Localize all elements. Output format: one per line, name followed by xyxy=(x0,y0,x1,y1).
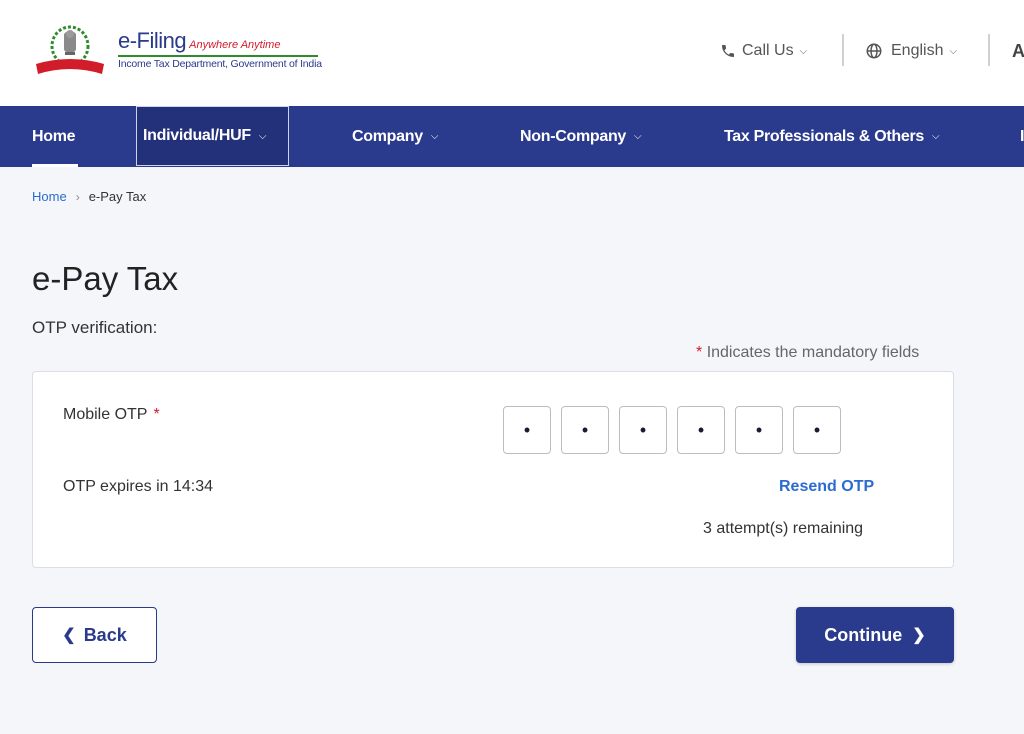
call-us-dropdown[interactable]: Call Us ⌵ xyxy=(720,36,807,66)
phone-icon xyxy=(722,45,734,57)
chevron-down-icon: ⌵ xyxy=(634,131,642,142)
main-nav: Home Individual/HUF ⌵ Company ⌵ Non-Compan… xyxy=(0,106,1024,167)
font-size-control[interactable]: A xyxy=(1012,36,1024,66)
otp-digit-input[interactable]: • xyxy=(561,406,609,454)
nav-non-company[interactable]: Non-Company ⌵ xyxy=(520,106,642,167)
breadcrumb-current: e-Pay Tax xyxy=(88,189,147,204)
otp-digit-input[interactable]: • xyxy=(677,406,725,454)
otp-expiry-timer: OTP expires in 14:34 xyxy=(63,478,214,495)
page-subtitle: OTP verification: xyxy=(32,318,158,337)
nav-individual-label: Individual/HUF xyxy=(143,127,251,144)
nav-more-item[interactable]: I xyxy=(1020,106,1024,167)
nav-home[interactable]: Home xyxy=(32,106,76,167)
chevron-down-icon: ⌵ xyxy=(430,131,439,142)
globe-icon xyxy=(866,43,882,59)
nav-individual-huf[interactable]: Individual/HUF ⌵ xyxy=(136,106,289,166)
otp-digit-input[interactable]: • xyxy=(735,406,783,454)
efiling-logo[interactable]: e-Filing Anywhere Anytime Income Tax Depa… xyxy=(32,24,322,80)
mobile-otp-label: Mobile OTP * xyxy=(63,406,160,424)
attempts-remaining: 3 attempt(s) remaining xyxy=(703,520,864,537)
nav-tax-professionals-label: Tax Professionals & Others xyxy=(724,127,924,145)
mandatory-note-text: Indicates the mandatory fields xyxy=(706,344,920,361)
header-divider xyxy=(988,34,990,66)
otp-input-group: • • • • • • xyxy=(503,406,841,454)
nav-more-label: I xyxy=(1020,127,1024,145)
brand-divider xyxy=(118,55,318,57)
language-dropdown[interactable]: English ⌵ xyxy=(865,36,957,66)
chevron-right-icon: ❯ xyxy=(912,627,926,644)
page-title: e-Pay Tax xyxy=(32,260,179,297)
chevron-down-icon: ⌵ xyxy=(949,45,958,57)
language-label: English xyxy=(891,42,944,59)
nav-company-label: Company xyxy=(352,127,423,145)
nav-non-company-label: Non-Company xyxy=(520,127,627,145)
resend-otp-link[interactable]: Resend OTP xyxy=(779,478,874,496)
site-header: e-Filing Anywhere Anytime Income Tax Depa… xyxy=(0,0,1024,106)
back-button[interactable]: ❮ Back xyxy=(32,607,157,663)
otp-digit-input[interactable]: • xyxy=(793,406,841,454)
otp-digit-input[interactable]: • xyxy=(619,406,667,454)
chevron-down-icon: ⌵ xyxy=(931,131,940,142)
otp-digit-input[interactable]: • xyxy=(503,406,551,454)
nav-home-label: Home xyxy=(32,127,76,145)
otp-card: Mobile OTP * • • • • • • OTP expires in 1… xyxy=(32,371,954,568)
mobile-otp-label-text: Mobile OTP xyxy=(63,406,148,423)
active-indicator xyxy=(32,164,78,167)
nav-company[interactable]: Company ⌵ xyxy=(352,106,438,167)
chevron-down-icon: ⌵ xyxy=(799,45,808,57)
nav-tax-professionals[interactable]: Tax Professionals & Others ⌵ xyxy=(724,106,940,167)
call-us-label: Call Us xyxy=(742,42,794,59)
continue-button[interactable]: Continue ❯ xyxy=(796,607,954,663)
required-star: * xyxy=(153,406,160,423)
brand-block: e-Filing Anywhere Anytime Income Tax Depa… xyxy=(118,28,322,70)
chevron-left-icon: ❮ xyxy=(62,627,76,644)
brand-tagline: Anywhere Anytime xyxy=(189,39,281,51)
income-tax-emblem-icon xyxy=(36,25,104,74)
header-divider xyxy=(842,34,844,66)
breadcrumb-home-link[interactable]: Home xyxy=(32,189,67,204)
continue-button-label: Continue xyxy=(824,624,903,645)
breadcrumb: Home › e-Pay Tax xyxy=(32,189,146,204)
breadcrumb-separator-icon: › xyxy=(75,189,80,204)
chevron-down-icon: ⌵ xyxy=(258,130,267,142)
mandatory-note: * Indicates the mandatory fields xyxy=(696,344,919,362)
brand-title: e-Filing xyxy=(118,28,187,53)
back-button-label: Back xyxy=(83,624,127,645)
required-star: * xyxy=(696,344,703,361)
brand-subtitle: Income Tax Department, Government of Ind… xyxy=(118,58,322,70)
